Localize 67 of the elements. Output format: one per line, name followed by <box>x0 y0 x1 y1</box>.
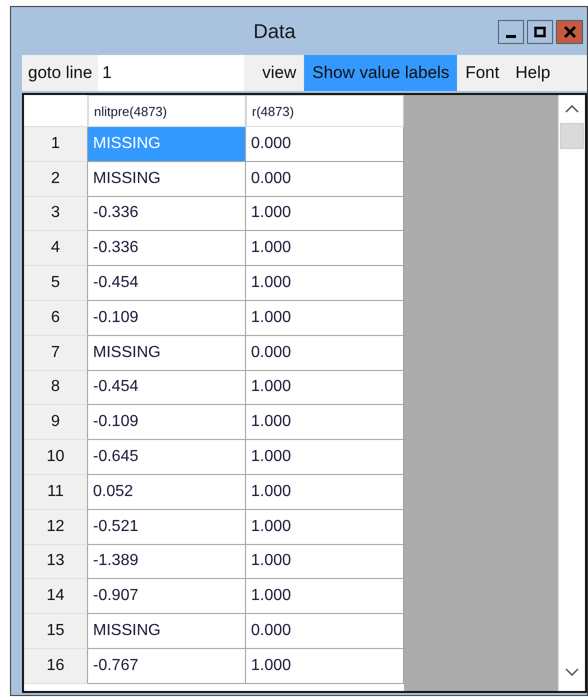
minimize-icon <box>506 34 516 38</box>
menu-item[interactable]: Font <box>457 55 508 91</box>
menu-item[interactable]: view <box>254 55 304 91</box>
table-cell[interactable]: 0.000 <box>246 127 404 162</box>
row-number[interactable]: 7 <box>24 336 88 371</box>
row-number[interactable]: 10 <box>24 440 88 475</box>
table-cell[interactable]: 0.052 <box>88 474 246 510</box>
table-cell[interactable]: 1.000 <box>246 405 404 440</box>
table-cell[interactable]: -0.907 <box>88 579 246 614</box>
table-cell[interactable]: 1.000 <box>246 648 404 684</box>
row-number[interactable]: 1 <box>24 127 88 162</box>
table-cell[interactable]: -0.645 <box>88 440 246 475</box>
table-cell[interactable]: -0.336 <box>88 231 246 266</box>
row-number[interactable]: 15 <box>24 614 88 649</box>
table-cell[interactable]: 1.000 <box>246 544 404 580</box>
table-cell[interactable]: 0.000 <box>246 614 404 649</box>
table-cell[interactable]: 0.000 <box>246 336 404 371</box>
window-title: Data <box>252 20 297 44</box>
table-cell[interactable]: -0.521 <box>88 510 246 545</box>
table-cell[interactable]: 1.000 <box>246 510 404 545</box>
maximize-icon <box>534 26 546 38</box>
row-number[interactable]: 9 <box>24 405 88 440</box>
table-cell[interactable]: -0.109 <box>88 405 246 440</box>
table-cell[interactable]: -0.109 <box>88 300 246 336</box>
column-header[interactable]: nlitpre(4873) <box>88 95 246 127</box>
table-cell[interactable]: MISSING <box>88 336 246 371</box>
table-cell[interactable]: -0.454 <box>88 370 246 406</box>
menu-item[interactable]: Show value labels <box>304 55 458 91</box>
close-button[interactable] <box>556 20 583 44</box>
scrollbar[interactable] <box>558 95 585 691</box>
row-number[interactable]: 8 <box>24 370 88 406</box>
minimize-button[interactable] <box>498 20 524 44</box>
table-cell[interactable]: MISSING <box>88 162 246 197</box>
table-cell[interactable]: -0.454 <box>88 266 246 301</box>
scroll-down-icon[interactable] <box>565 668 579 676</box>
table-cell[interactable]: 1.000 <box>246 440 404 475</box>
row-number[interactable]: 13 <box>24 544 88 580</box>
row-number[interactable]: 16 <box>24 648 88 684</box>
row-number[interactable]: 2 <box>24 162 88 197</box>
table-cell[interactable]: 1.000 <box>246 370 404 406</box>
close-icon <box>564 26 576 38</box>
goto-line-field[interactable]: 1 <box>98 55 244 91</box>
row-number[interactable]: 11 <box>24 474 88 510</box>
menu-item[interactable]: Help <box>507 55 558 91</box>
table-cell[interactable]: 1.000 <box>246 474 404 510</box>
table-cell[interactable]: 1.000 <box>246 300 404 336</box>
table-cell[interactable]: 0.000 <box>246 162 404 197</box>
table-cell[interactable]: 1.000 <box>246 196 404 232</box>
row-number[interactable]: 12 <box>24 510 88 545</box>
table-corner <box>24 95 88 127</box>
scroll-up-icon[interactable] <box>565 105 579 113</box>
table-cell[interactable]: -0.767 <box>88 648 246 684</box>
goto-line-label: goto line <box>27 62 94 84</box>
table-cell[interactable]: MISSING <box>88 614 246 649</box>
scroll-thumb[interactable] <box>560 123 584 149</box>
row-number[interactable]: 6 <box>24 300 88 336</box>
table-cell[interactable]: 1.000 <box>246 266 404 301</box>
row-number[interactable]: 4 <box>24 231 88 266</box>
row-number[interactable]: 3 <box>24 196 88 232</box>
table-cell[interactable]: -0.336 <box>88 196 246 232</box>
column-header[interactable]: r(4873) <box>246 95 404 127</box>
row-number[interactable]: 5 <box>24 266 88 301</box>
table-cell[interactable]: -1.389 <box>88 544 246 580</box>
maximize-button[interactable] <box>527 20 553 44</box>
row-number[interactable]: 14 <box>24 579 88 614</box>
table-cell[interactable]: 1.000 <box>246 579 404 614</box>
table-cell[interactable]: 1.000 <box>246 231 404 266</box>
